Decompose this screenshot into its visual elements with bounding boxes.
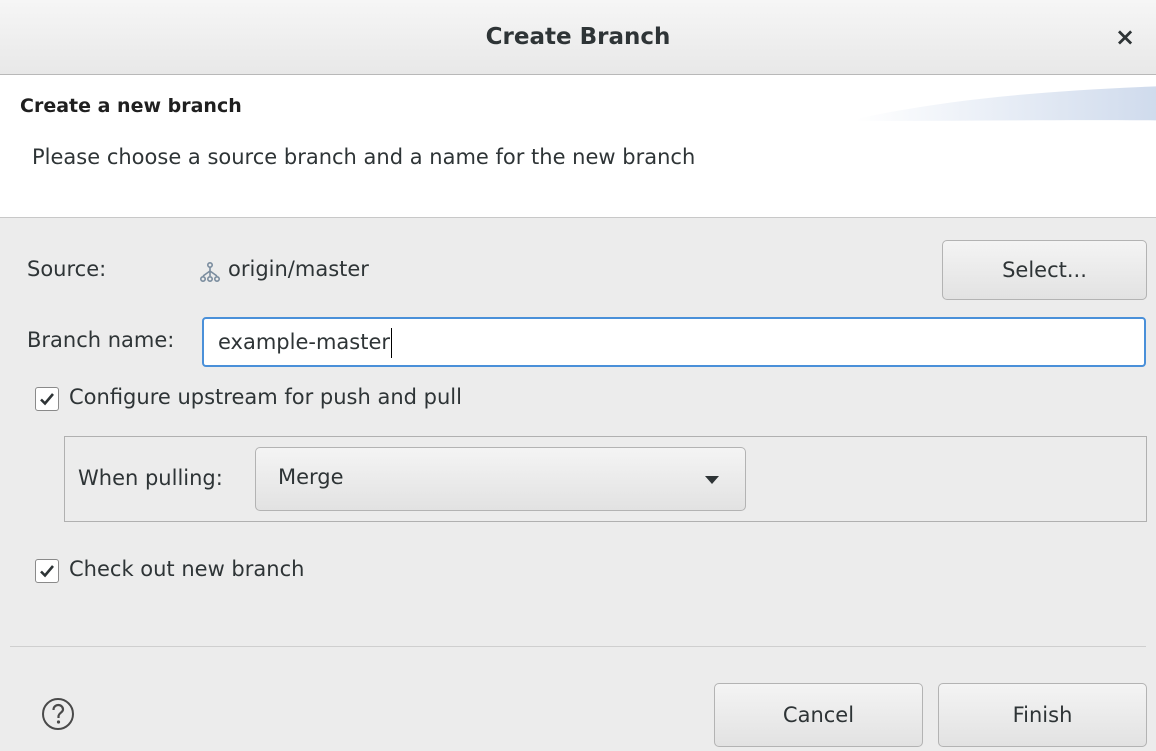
banner-description: Please choose a source branch and a name…: [32, 145, 696, 169]
checkmark-icon: [40, 393, 54, 406]
remote-branch-icon: [199, 261, 220, 283]
finish-button[interactable]: Finish: [938, 683, 1147, 747]
checkout-branch-label[interactable]: Check out new branch: [69, 557, 304, 581]
branch-name-value: example-master: [218, 330, 391, 354]
select-source-button[interactable]: Select...: [942, 240, 1147, 300]
title-bar: Create Branch ×: [0, 0, 1156, 75]
configure-upstream-checkbox[interactable]: [35, 387, 59, 411]
source-branch-value: origin/master: [228, 257, 369, 281]
when-pulling-dropdown[interactable]: Merge: [255, 447, 746, 511]
checkmark-icon: [40, 565, 54, 578]
wizard-banner: Create a new branch Please choose a sour…: [0, 75, 1156, 218]
banner-swoosh-graphic: [856, 86, 1156, 121]
cancel-button[interactable]: Cancel: [714, 683, 923, 747]
branch-name-label: Branch name:: [27, 328, 175, 352]
banner-heading: Create a new branch: [20, 95, 242, 117]
when-pulling-value: Merge: [278, 465, 344, 489]
help-icon[interactable]: [41, 697, 75, 731]
footer-separator: [10, 646, 1146, 647]
close-icon[interactable]: ×: [1112, 24, 1138, 50]
source-label: Source:: [27, 257, 107, 281]
chevron-down-icon: [705, 476, 719, 484]
branch-name-input[interactable]: example-master: [202, 317, 1146, 367]
text-caret: [391, 328, 393, 358]
dialog-title: Create Branch: [485, 24, 671, 50]
configure-upstream-label[interactable]: Configure upstream for push and pull: [69, 385, 462, 409]
checkout-branch-checkbox[interactable]: [35, 559, 59, 583]
when-pulling-label: When pulling:: [78, 466, 223, 490]
